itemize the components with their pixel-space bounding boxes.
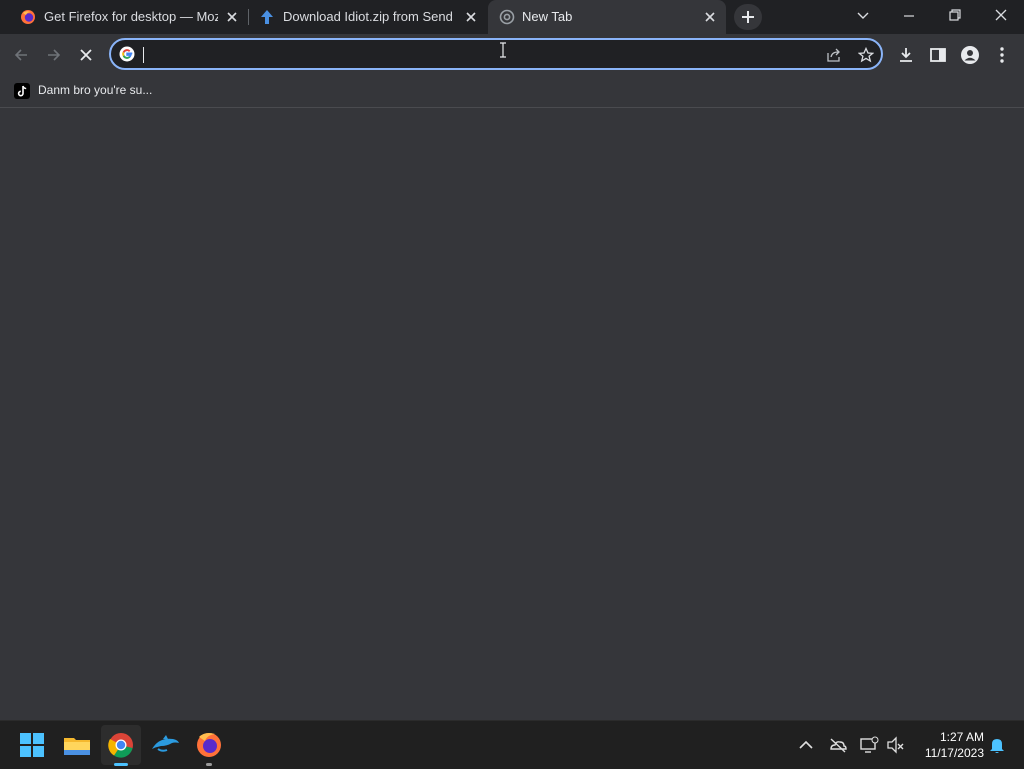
firefox-taskbar-icon[interactable]: [193, 729, 225, 761]
tab-new-tab[interactable]: New Tab: [488, 0, 726, 34]
chrome-icon: [499, 9, 515, 25]
page-content: [0, 108, 1024, 720]
dolphin-emulator-icon[interactable]: [149, 729, 181, 761]
back-arrow-icon[interactable]: [13, 47, 29, 63]
download-icon[interactable]: [897, 46, 915, 64]
text-caret: [143, 47, 144, 63]
clock[interactable]: 1:27 AM 11/17/2023: [912, 729, 984, 761]
file-explorer-icon[interactable]: [61, 729, 93, 761]
bookmark-item[interactable]: Danm bro you're su...: [8, 80, 168, 102]
bookmarks-bar: Danm bro you're su...: [0, 76, 1024, 108]
google-g-icon: [119, 46, 135, 62]
tab-close-icon[interactable]: [702, 9, 718, 25]
tab-strip: Get Firefox for desktop — Mozill Downloa…: [0, 0, 1024, 34]
close-window-icon[interactable]: [994, 8, 1008, 22]
tab-search-chevron-icon[interactable]: [856, 9, 870, 23]
tab-title: Download Idiot.zip from Sendsp: [283, 9, 453, 24]
bookmark-label: Danm bro you're su...: [38, 83, 153, 97]
tab-firefox-download[interactable]: Get Firefox for desktop — Mozill: [8, 0, 248, 34]
tiktok-icon: [14, 83, 30, 99]
upload-arrow-icon: [261, 10, 273, 24]
bookmark-star-icon[interactable]: [858, 47, 874, 63]
toolbar: [0, 34, 1024, 76]
notification-bell-icon[interactable]: [987, 735, 1007, 755]
clock-time: 1:27 AM: [939, 730, 984, 744]
plus-icon: [742, 11, 754, 23]
chrome-taskbar-icon[interactable]: [105, 729, 137, 761]
address-input[interactable]: [147, 44, 791, 68]
side-panel-icon[interactable]: [929, 46, 947, 64]
firefox-icon: [21, 10, 35, 24]
address-bar[interactable]: [109, 38, 883, 70]
running-indicator: [206, 763, 212, 766]
tab-close-icon[interactable]: [224, 9, 240, 25]
kebab-menu-icon[interactable]: [994, 46, 1010, 64]
restore-icon[interactable]: [948, 8, 962, 22]
new-tab-button[interactable]: [734, 4, 762, 30]
volume-muted-icon[interactable]: [886, 735, 906, 755]
tray-overflow-chevron-icon[interactable]: [796, 735, 816, 755]
share-icon[interactable]: [826, 47, 842, 63]
tab-title: Get Firefox for desktop — Mozill: [44, 9, 218, 24]
onedrive-offline-icon[interactable]: [828, 735, 848, 755]
taskbar: 1:27 AM 11/17/2023: [0, 720, 1024, 769]
clock-date: 11/17/2023: [924, 746, 984, 760]
running-indicator: [114, 763, 128, 766]
text-cursor-icon: [500, 42, 506, 58]
minimize-icon[interactable]: [902, 9, 916, 23]
stop-loading-icon[interactable]: [78, 47, 94, 63]
windows-start-icon[interactable]: [16, 729, 48, 761]
tab-sendspace-download[interactable]: Download Idiot.zip from Sendsp: [249, 0, 487, 34]
forward-arrow-icon[interactable]: [46, 47, 62, 63]
profile-avatar-icon[interactable]: [960, 45, 980, 65]
network-icon[interactable]: [859, 735, 879, 755]
tab-close-icon[interactable]: [463, 9, 479, 25]
tab-title: New Tab: [522, 9, 573, 24]
